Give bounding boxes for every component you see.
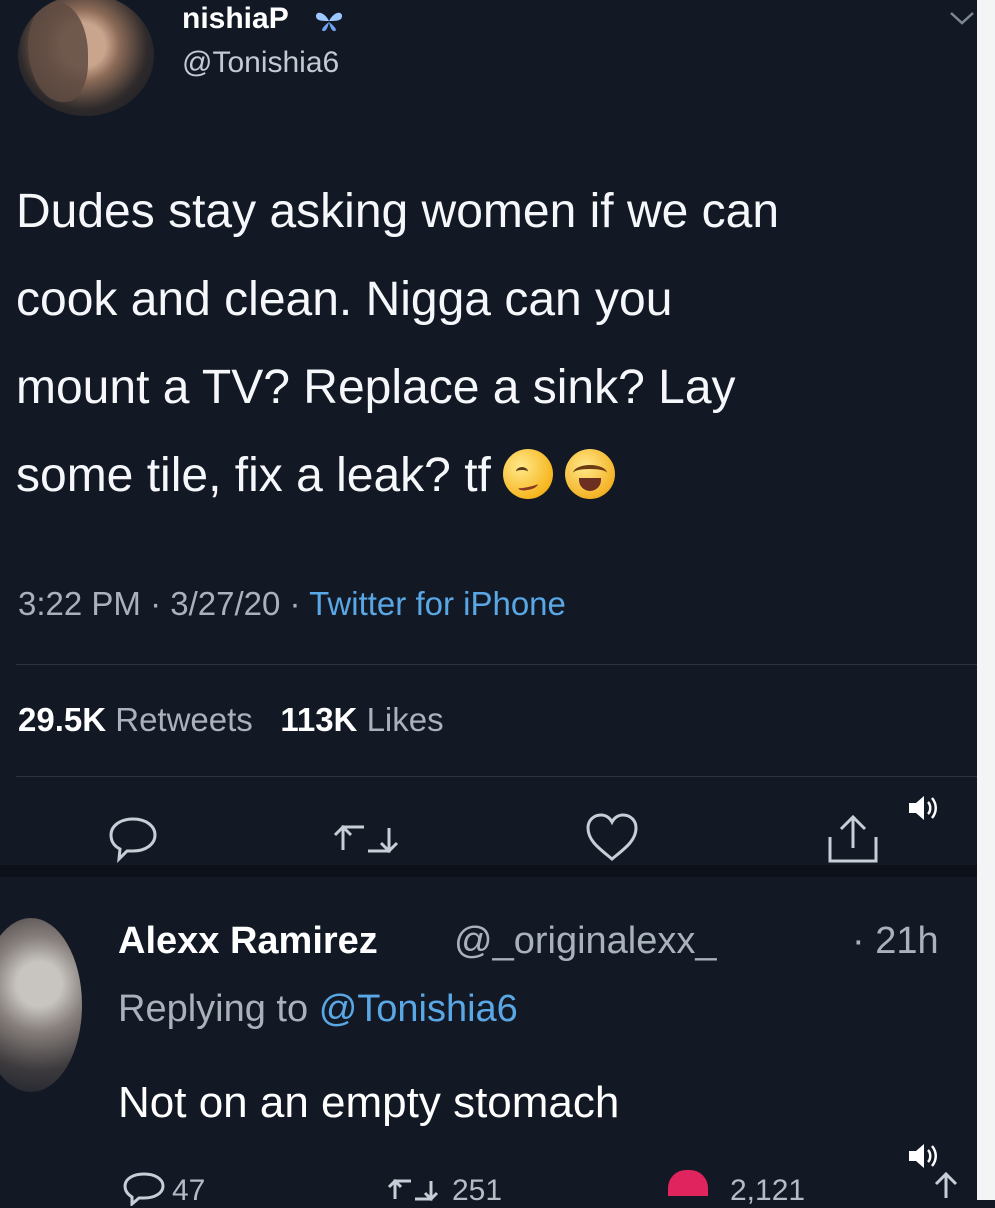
tweet-separator xyxy=(0,865,977,877)
share-icon[interactable] xyxy=(928,1170,964,1200)
butterfly-icon xyxy=(316,12,342,32)
like-heart-icon[interactable] xyxy=(584,812,640,864)
tweet-meta: 3:22 PM · 3/27/20 · Twitter for iPhone xyxy=(18,585,566,622)
woozy-face-icon xyxy=(502,449,553,499)
author-avatar[interactable] xyxy=(18,0,154,116)
retweet-count: 251 xyxy=(452,1174,503,1207)
tweet-text-line: some tile, fix a leak? tf xyxy=(16,432,966,520)
share-icon[interactable] xyxy=(820,812,886,866)
tweet-text-line: cook and clean. Nigga can you xyxy=(16,273,673,326)
author-username[interactable]: @Tonishia6 xyxy=(182,46,339,80)
author-display-name[interactable]: nishiaP xyxy=(182,2,289,36)
reply-icon[interactable] xyxy=(108,815,158,863)
retweet-icon[interactable] xyxy=(384,1173,442,1205)
retweets-count[interactable]: 29.5K xyxy=(18,701,106,738)
divider xyxy=(16,776,977,777)
divider xyxy=(16,664,977,665)
reply-author-username[interactable]: @_originalexx_ xyxy=(454,920,717,963)
sound-icon[interactable] xyxy=(907,794,939,822)
tweet-stats: 29.5K Retweets 113K Likes xyxy=(18,701,444,739)
reply-icon[interactable] xyxy=(122,1172,166,1206)
tweet-date: 3/27/20 xyxy=(170,585,281,622)
tweet-text-line: mount a TV? Replace a sink? Lay xyxy=(16,361,736,414)
tweet-text: Dudes stay asking women if we can cook a… xyxy=(16,168,966,520)
reply-text: Not on an empty stomach xyxy=(118,1078,620,1127)
like-count: 2,121 xyxy=(730,1174,806,1207)
reply-timestamp: · 21h xyxy=(852,920,939,962)
likes-label[interactable]: Likes xyxy=(367,701,444,738)
loudly-crying-face-icon xyxy=(564,449,615,499)
reply-count: 47 xyxy=(172,1174,206,1207)
liked-heart-icon[interactable] xyxy=(668,1170,708,1196)
tweet-time: 3:22 PM xyxy=(18,585,141,622)
reply-author-avatar[interactable] xyxy=(0,918,82,1092)
retweet-icon[interactable] xyxy=(330,815,402,863)
reply-action-bar: 47 251 2,121 xyxy=(0,1168,977,1207)
sound-icon[interactable] xyxy=(907,1142,939,1170)
retweets-label[interactable]: Retweets xyxy=(115,701,253,738)
reply-author-name[interactable]: Alexx Ramirez xyxy=(118,920,378,963)
replying-to-mention[interactable]: @Tonishia6 xyxy=(319,988,518,1030)
chevron-down-icon[interactable] xyxy=(948,8,976,28)
replying-to: Replying to @Tonishia6 xyxy=(118,988,518,1030)
tweet-text-line: Dudes stay asking women if we can xyxy=(16,185,780,238)
tweet-source-link[interactable]: Twitter for iPhone xyxy=(309,585,566,622)
likes-count[interactable]: 113K xyxy=(280,701,357,738)
right-edge-strip xyxy=(977,0,995,1200)
